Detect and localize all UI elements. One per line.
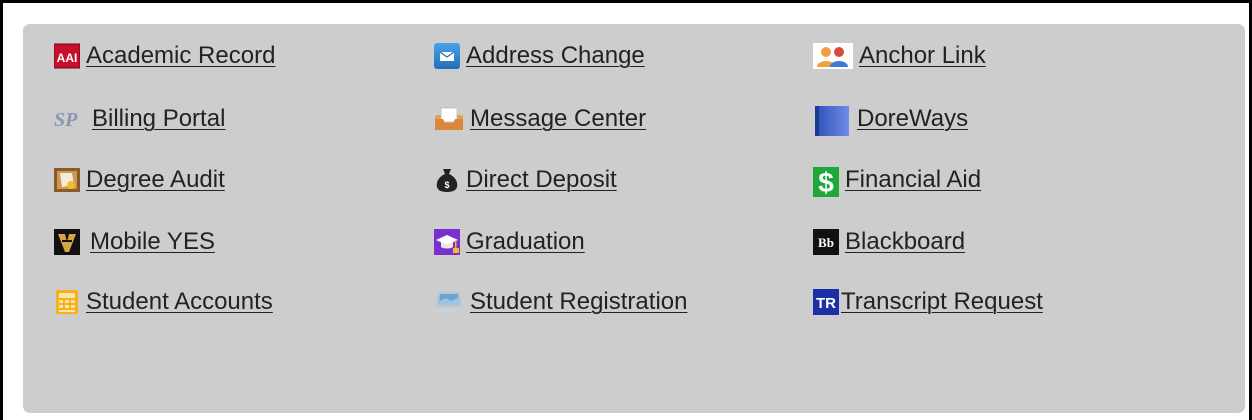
link-academic-record[interactable]: AAI Academic Record: [54, 36, 275, 76]
link-label: Academic Record: [86, 42, 276, 69]
link-student-registration[interactable]: Student Registration: [434, 282, 687, 322]
blue-book-icon: [813, 106, 851, 136]
page-frame: AAI Academic Record SP Billing Portal De…: [0, 0, 1252, 420]
link-financial-aid[interactable]: $ Financial Aid: [813, 160, 981, 200]
link-address-change[interactable]: Address Change: [434, 36, 645, 76]
link-degree-audit[interactable]: Degree Audit: [54, 160, 225, 200]
link-doreways[interactable]: DoreWays: [813, 99, 968, 139]
link-mobile-yes[interactable]: Mobile YES: [54, 222, 215, 262]
envelope-icon: [434, 43, 460, 69]
link-anchor-link[interactable]: Anchor Link: [813, 36, 986, 76]
graduation-cap-icon: [434, 229, 460, 255]
link-label: Graduation: [466, 228, 585, 255]
link-transcript-request[interactable]: TR Transcript Request: [813, 282, 1043, 322]
money-bag-icon: $: [434, 167, 460, 193]
sp-icon-text: SP: [54, 109, 78, 131]
svg-text:AAI: AAI: [57, 51, 78, 65]
link-student-accounts[interactable]: Student Accounts: [54, 282, 273, 322]
people-icon: [813, 43, 853, 69]
dollar-symbol: $: [818, 167, 834, 197]
link-label: Transcript Request: [841, 288, 1043, 315]
link-billing-portal[interactable]: SP Billing Portal: [54, 99, 225, 139]
blackboard-icon: Bb: [813, 229, 839, 255]
link-label: Blackboard: [845, 228, 966, 255]
link-label: Billing Portal: [92, 105, 226, 132]
dollar-sign-icon: $: [813, 167, 839, 197]
tr-icon-text: TR: [816, 295, 836, 312]
quick-links-panel: AAI Academic Record SP Billing Portal De…: [23, 24, 1245, 413]
link-message-center[interactable]: Message Center: [434, 99, 646, 139]
money-bag-symbol: $: [444, 180, 449, 190]
sp-text-icon: SP: [54, 106, 80, 132]
vanderbilt-v-icon: [54, 229, 80, 255]
bb-icon-text: Bb: [818, 235, 834, 250]
calculator-icon: [54, 289, 80, 315]
link-label: Mobile YES: [90, 228, 215, 255]
link-direct-deposit[interactable]: $ Direct Deposit: [434, 160, 617, 200]
link-label: Direct Deposit: [466, 166, 617, 193]
link-label: Student Registration: [470, 288, 688, 315]
link-label: Message Center: [470, 105, 647, 132]
link-label: Financial Aid: [845, 166, 982, 193]
academic-record-icon: AAI: [54, 43, 80, 69]
link-label: DoreWays: [857, 105, 969, 132]
inbox-icon: [434, 106, 464, 132]
certificate-icon: [54, 167, 80, 193]
link-blackboard[interactable]: Bb Blackboard: [813, 222, 965, 262]
link-label: Student Accounts: [86, 288, 273, 315]
link-label: Degree Audit: [86, 166, 225, 193]
monitor-icon: [434, 289, 464, 315]
link-label: Address Change: [466, 42, 645, 69]
tr-icon: TR: [813, 289, 839, 315]
link-graduation[interactable]: Graduation: [434, 222, 585, 262]
link-label: Anchor Link: [859, 42, 986, 69]
